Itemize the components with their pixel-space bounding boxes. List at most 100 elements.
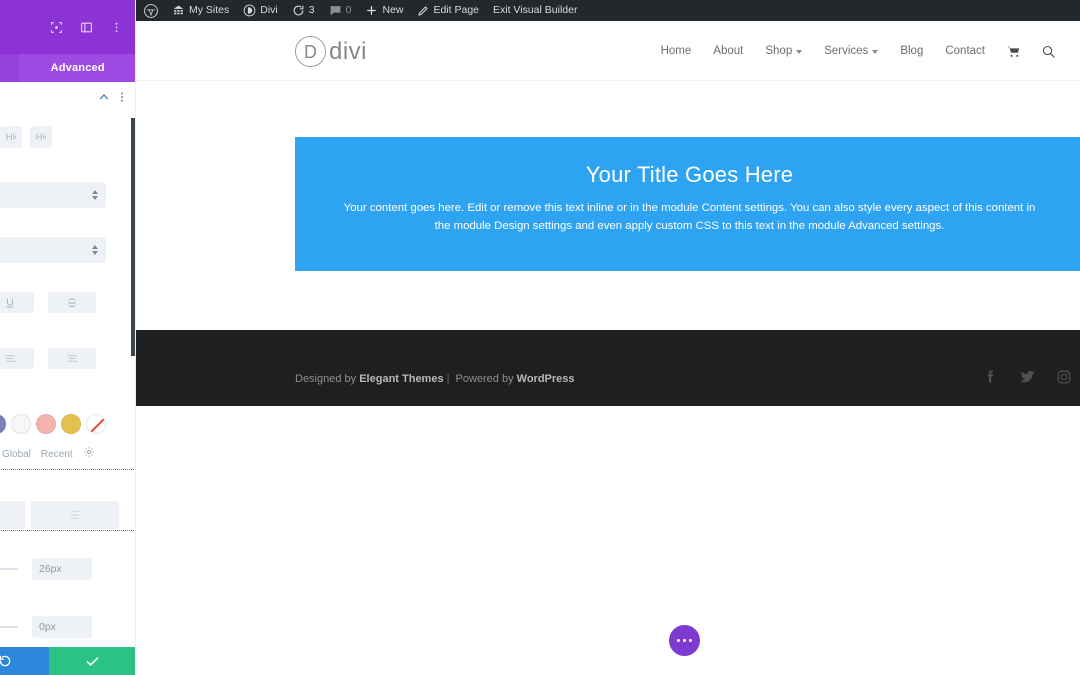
chevron-up-icon[interactable] — [98, 90, 110, 108]
tab-design[interactable]: Design — [0, 54, 19, 82]
heading-level: 5 — [13, 134, 17, 141]
slider-value-input[interactable]: 0px — [32, 616, 92, 638]
heading-h5-button[interactable]: H5 — [0, 126, 22, 148]
font-weight-select-row — [0, 237, 136, 263]
color-swatch[interactable] — [36, 414, 56, 434]
primary-navigation: Home About Shop Services Blog Contact — [650, 21, 1066, 81]
text-style-row — [0, 292, 136, 313]
palette-tab-recent[interactable]: Recent — [41, 449, 73, 460]
highlighted-settings-group: ☰ — [0, 469, 136, 531]
admin-bar-label: Exit Visual Builder — [493, 0, 577, 21]
credit-prefix: Designed by — [295, 373, 359, 385]
credit-brand[interactable]: Elegant Themes — [359, 373, 443, 385]
color-swatch[interactable] — [11, 414, 31, 434]
site-header: D divi Home About Shop Services — [136, 21, 1080, 81]
website-preview-viewport: My Sites Divi 3 0 — [136, 0, 1080, 675]
site-footer: Designed by Elegant Themes| Powered by W… — [136, 330, 1080, 406]
heading-level-row: H5 H6 — [0, 126, 136, 148]
select-spinner-icon — [92, 245, 98, 255]
text-module[interactable]: Your Title Goes Here Your content goes h… — [295, 137, 1080, 271]
heading-label: H — [6, 132, 13, 143]
reset-button[interactable] — [0, 647, 49, 675]
color-swatch-none[interactable] — [86, 414, 106, 434]
panel-divider — [135, 0, 136, 675]
heading-h6-button[interactable]: H6 — [30, 126, 52, 148]
segment-option-right[interactable]: ☰ — [31, 501, 119, 529]
facebook-icon[interactable] — [983, 368, 999, 390]
nav-label: Blog — [900, 45, 923, 57]
font-family-select[interactable] — [0, 182, 106, 208]
color-palette-row — [0, 414, 136, 434]
section-header-controls — [98, 90, 128, 108]
slider-track[interactable] — [0, 626, 18, 628]
admin-bar-item-comments[interactable]: 0 — [322, 0, 359, 21]
admin-bar-label: Divi — [260, 0, 278, 21]
module-title[interactable]: Your Title Goes Here — [295, 162, 1080, 188]
tab-advanced[interactable]: Advanced — [19, 54, 136, 82]
chevron-down-icon — [796, 50, 802, 54]
logo-wordmark: divi — [329, 38, 367, 66]
twitter-icon[interactable] — [1019, 368, 1036, 390]
admin-bar-item-wordpress[interactable] — [136, 0, 165, 21]
font-weight-select[interactable] — [0, 237, 106, 263]
nav-item-shop[interactable]: Shop — [754, 45, 813, 57]
slider-track[interactable] — [0, 568, 18, 570]
admin-bar-item-edit-page[interactable]: Edit Page — [410, 0, 486, 21]
divi-visual-builder-screen: My Sites Divi 3 0 — [0, 0, 1080, 675]
align-center-icon[interactable] — [48, 348, 96, 369]
instagram-icon[interactable] — [1056, 369, 1072, 390]
admin-bar-item-updates[interactable]: 3 — [285, 0, 322, 21]
panel-layout-icon[interactable] — [72, 13, 100, 41]
save-button[interactable] — [49, 647, 137, 675]
settings-panel-scroll-area[interactable]: H5 H6 — [0, 82, 136, 647]
search-icon[interactable] — [1031, 44, 1066, 59]
admin-bar-label: Edit Page — [433, 0, 479, 21]
cart-icon[interactable] — [996, 44, 1031, 59]
slider-row-2: 0px — [0, 616, 136, 638]
nav-item-home[interactable]: Home — [650, 45, 703, 57]
color-swatch[interactable] — [0, 414, 6, 434]
pencil-icon — [417, 5, 429, 17]
chevron-down-icon — [872, 50, 878, 54]
admin-bar-item-divi[interactable]: Divi — [236, 0, 285, 21]
more-options-icon[interactable] — [116, 90, 128, 108]
nav-item-contact[interactable]: Contact — [934, 45, 996, 57]
heading-label: H — [36, 132, 43, 143]
dot — [683, 639, 686, 642]
nav-label: Shop — [765, 45, 792, 57]
settings-panel-header: s — [0, 0, 136, 54]
align-left-icon[interactable] — [0, 348, 34, 369]
strikethrough-icon[interactable] — [48, 292, 96, 313]
site-logo[interactable]: D divi — [295, 36, 367, 67]
segment-option-left[interactable] — [0, 501, 25, 529]
tab-label: Advanced — [51, 62, 105, 74]
page-content-area: Your Title Goes Here Your content goes h… — [136, 81, 1080, 675]
admin-bar-item-exit-visual-builder[interactable]: Exit Visual Builder — [486, 0, 584, 21]
dot — [689, 639, 692, 642]
palette-tab-global[interactable]: Global — [2, 449, 31, 460]
underline-icon[interactable] — [0, 292, 34, 313]
segment-glyph: ☰ — [70, 509, 80, 522]
wordpress-logo-icon — [144, 4, 158, 18]
nav-item-services[interactable]: Services — [813, 45, 889, 57]
nav-item-about[interactable]: About — [702, 45, 754, 57]
color-swatch[interactable] — [61, 414, 81, 434]
gear-icon[interactable] — [83, 445, 95, 463]
responsive-preview-icon[interactable] — [42, 13, 70, 41]
nav-item-blog[interactable]: Blog — [889, 45, 934, 57]
font-select-row — [0, 182, 136, 208]
admin-bar-label: My Sites — [189, 0, 229, 21]
palette-tabs-row: Global Recent — [0, 445, 136, 463]
nav-label: Home — [661, 45, 692, 57]
divi-builder-toggle-button[interactable] — [669, 625, 700, 656]
module-body-text[interactable]: Your content goes here. Edit or remove t… — [340, 200, 1040, 235]
admin-bar-item-new[interactable]: New — [358, 0, 410, 21]
admin-bar-label: New — [382, 0, 403, 21]
plus-icon — [365, 4, 378, 17]
nav-label: About — [713, 45, 743, 57]
credit-platform[interactable]: WordPress — [517, 373, 575, 385]
admin-bar-item-my-sites[interactable]: My Sites — [165, 0, 236, 21]
more-options-icon[interactable] — [102, 13, 130, 41]
settings-panel-footer — [0, 647, 136, 675]
slider-value-input[interactable]: 26px — [32, 558, 92, 580]
